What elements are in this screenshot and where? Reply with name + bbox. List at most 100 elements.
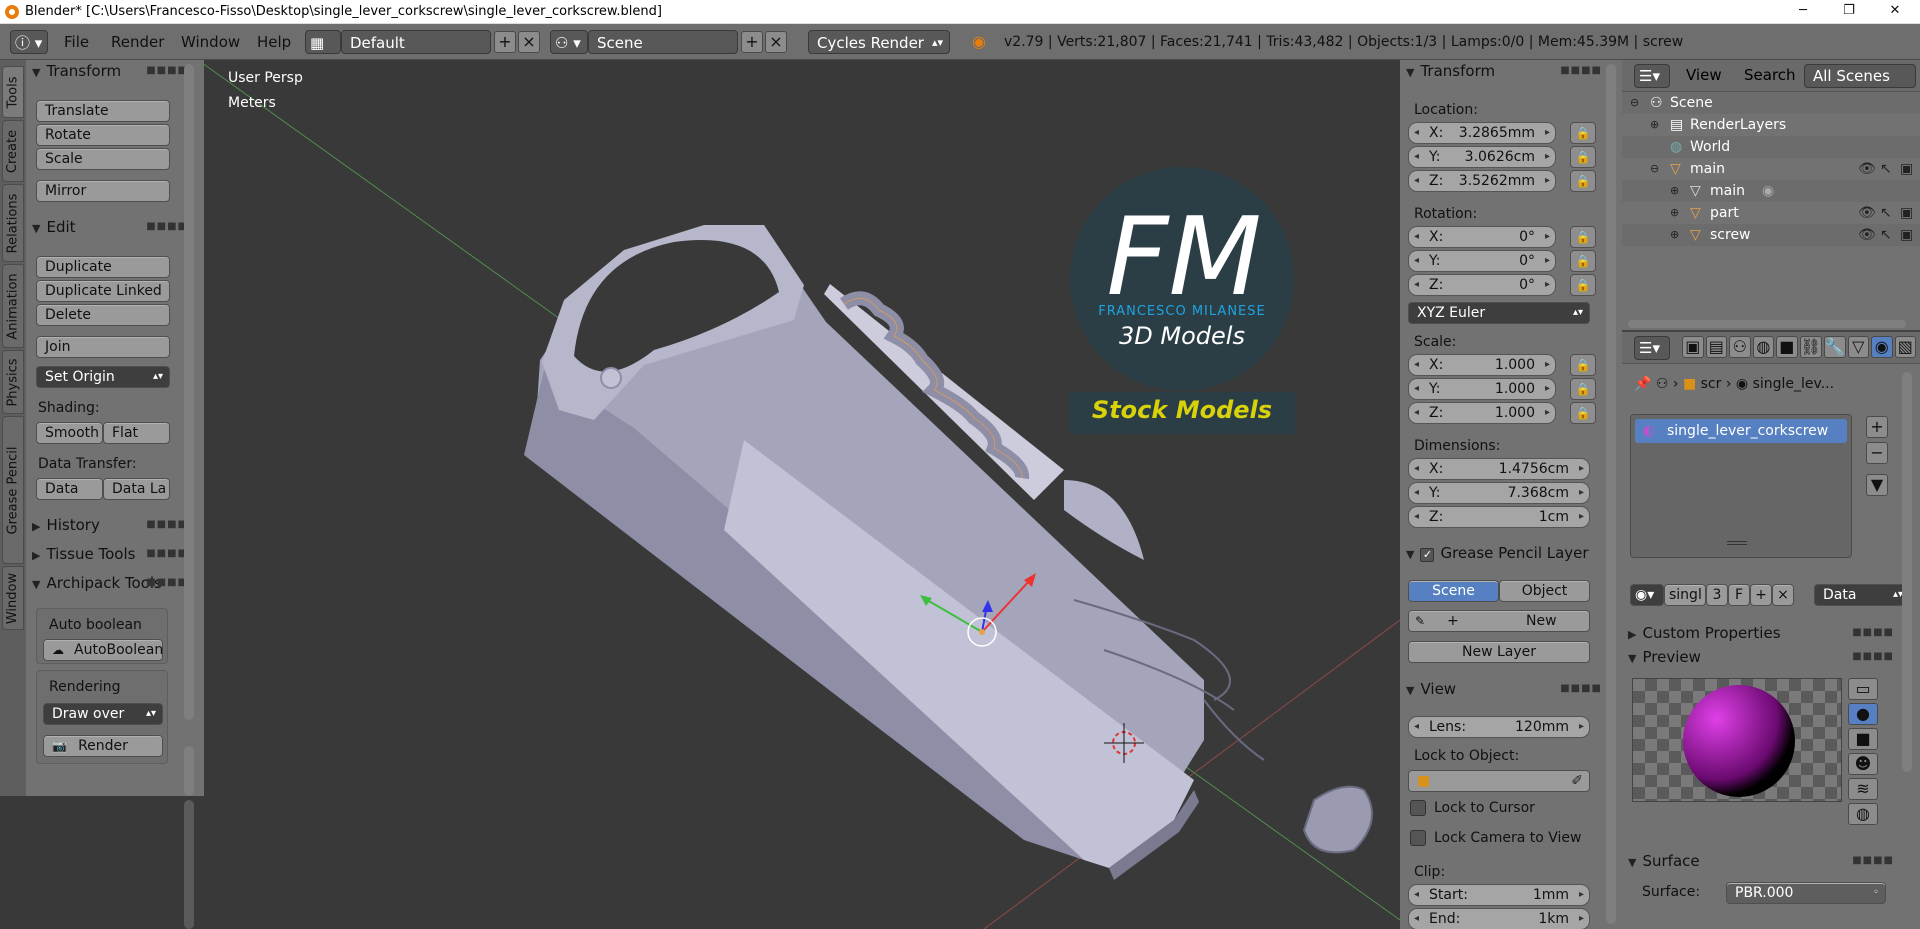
outliner-view-menu[interactable]: View: [1686, 66, 1722, 84]
material-slot-item[interactable]: ◐ single_lever_corkscrew: [1635, 419, 1847, 443]
lock-scale-x-icon[interactable]: 🔒: [1570, 354, 1596, 376]
data-tab-icon[interactable]: ▽: [1847, 336, 1870, 358]
lock-object-field[interactable]: ■ ✐: [1408, 770, 1590, 792]
tool-shelf-scrollbar-lower[interactable]: [184, 746, 194, 796]
custom-properties-header[interactable]: ▶ Custom Properties ■■■■: [1628, 622, 1898, 644]
constraints-tab-icon[interactable]: ⛓: [1799, 336, 1822, 358]
lock-scale-z-icon[interactable]: 🔒: [1570, 402, 1596, 424]
unlink-material-button[interactable]: ×: [1772, 584, 1794, 606]
lower-scrollbar[interactable]: [184, 800, 194, 929]
slot-specials-button[interactable]: ▼: [1866, 474, 1888, 496]
editor-type-menu[interactable]: ⓘ ▾: [10, 30, 48, 54]
fake-user-button[interactable]: F: [1728, 584, 1750, 606]
duplicate-linked-button[interactable]: Duplicate Linked: [36, 280, 170, 302]
lock-scale-y-icon[interactable]: 🔒: [1570, 378, 1596, 400]
delete-screen-button[interactable]: ×: [518, 31, 540, 53]
material-users-button[interactable]: 3: [1706, 584, 1728, 606]
lock-camera-checkbox[interactable]: [1410, 830, 1426, 846]
3d-viewport[interactable]: User Persp Meters FM FRANCESCO MILANESE …: [204, 60, 1400, 929]
pin-icon[interactable]: 📌: [1634, 376, 1651, 392]
outliner-item-main[interactable]: ⊖ ▽ main 👁 ↖ ▣: [1622, 158, 1920, 180]
rotate-button[interactable]: Rotate: [36, 124, 170, 146]
tab-relations[interactable]: Relations: [2, 184, 24, 262]
grease-pencil-panel-header[interactable]: ▼ ✓ Grease Pencil Layer: [1406, 542, 1612, 564]
lock-rotation-y-icon[interactable]: 🔒: [1570, 250, 1596, 272]
select-arrow-icon[interactable]: ↖: [1880, 158, 1892, 180]
menu-file[interactable]: File: [64, 30, 89, 54]
preview-cube-icon[interactable]: ■: [1848, 728, 1878, 750]
list-resize-handle[interactable]: [1727, 541, 1747, 545]
texture-tab-icon[interactable]: ▧: [1894, 336, 1917, 358]
gp-scene-button[interactable]: Scene: [1408, 580, 1499, 602]
scale-button[interactable]: Scale: [36, 148, 170, 170]
gp-object-button[interactable]: Object: [1499, 580, 1590, 602]
eye-icon[interactable]: 👁: [1858, 224, 1876, 246]
lens-field[interactable]: Lens: 120mm: [1408, 716, 1590, 738]
object-tab-icon[interactable]: ■: [1776, 336, 1798, 358]
lock-location-y-icon[interactable]: 🔒: [1570, 146, 1596, 168]
translate-button[interactable]: Translate: [36, 100, 170, 122]
view-panel-header[interactable]: ▼ View ■■■■: [1406, 678, 1606, 700]
dimensions-x-field[interactable]: X: 1.4756cm: [1408, 458, 1590, 480]
tool-shelf-scrollbar[interactable]: [184, 64, 194, 720]
autoboolean-button[interactable]: ☁ AutoBoolean: [43, 639, 163, 661]
tab-tools[interactable]: Tools: [2, 66, 24, 118]
outliner-search-menu[interactable]: Search: [1744, 66, 1796, 84]
tab-physics[interactable]: Physics: [2, 350, 24, 414]
outliner-editor-type[interactable]: ☰▾: [1634, 64, 1670, 88]
modifiers-tab-icon[interactable]: 🔧: [1823, 336, 1846, 358]
props-scrollbar[interactable]: [1606, 64, 1616, 924]
layers-tab-icon[interactable]: ▤: [1705, 336, 1728, 358]
tissue-tools-panel-header[interactable]: ▶ Tissue Tools ■■■■: [32, 543, 192, 565]
maximize-button[interactable]: ❐: [1826, 0, 1872, 24]
join-button[interactable]: Join: [36, 336, 170, 358]
tab-window[interactable]: Window: [2, 566, 24, 630]
draw-over-select[interactable]: Draw over ▴▾: [43, 703, 163, 725]
outliner-item-main-mesh[interactable]: ⊕ ▽ main ◉: [1622, 180, 1920, 202]
material-scrollbar[interactable]: [1902, 372, 1912, 772]
render-engine-select[interactable]: Cycles Render ▴▾: [808, 30, 950, 54]
data-transfer-button[interactable]: Data: [36, 478, 103, 500]
archipack-tools-panel-header[interactable]: ▼ Archipack Tools ■■■■: [32, 572, 192, 594]
preview-sphere-icon[interactable]: ●: [1848, 703, 1878, 725]
rotation-x-field[interactable]: X: 0°: [1408, 226, 1556, 248]
scene-icon[interactable]: ⚇ ▾: [550, 30, 588, 54]
lock-rotation-x-icon[interactable]: 🔒: [1570, 226, 1596, 248]
tab-create[interactable]: Create: [2, 120, 24, 182]
edit-panel-header[interactable]: ▼ Edit ■■■■: [32, 216, 192, 238]
menu-render[interactable]: Render: [111, 30, 164, 54]
material-browse-button[interactable]: ◉▾: [1630, 584, 1664, 606]
rotation-mode-select[interactable]: XYZ Euler ▴▾: [1408, 302, 1590, 324]
render-camera-icon[interactable]: ▣: [1900, 224, 1913, 246]
delete-button[interactable]: Delete: [36, 304, 170, 326]
outliner-item-scene[interactable]: ⊖ ⚇ Scene: [1622, 92, 1920, 114]
history-panel-header[interactable]: ▶ History ■■■■: [32, 514, 192, 536]
select-arrow-icon[interactable]: ↖: [1880, 224, 1892, 246]
smooth-button[interactable]: Smooth: [36, 422, 103, 444]
material-link-select[interactable]: Data ▴▾: [1814, 584, 1910, 606]
remove-slot-button[interactable]: −: [1866, 442, 1888, 464]
eye-icon[interactable]: 👁: [1858, 202, 1876, 224]
add-slot-button[interactable]: +: [1866, 416, 1888, 438]
set-origin-select[interactable]: Set Origin ▴▾: [36, 366, 170, 388]
location-x-field[interactable]: X: 3.2865mm: [1408, 122, 1556, 144]
menu-window[interactable]: Window: [181, 30, 240, 54]
world-tab-icon[interactable]: ◍: [1752, 336, 1775, 358]
preview-monkey-icon[interactable]: ☻: [1848, 753, 1878, 775]
close-button[interactable]: ✕: [1872, 0, 1918, 24]
clip-start-field[interactable]: Start: 1mm: [1408, 884, 1590, 906]
transform-props-header[interactable]: ▼ Transform ■■■■: [1406, 60, 1606, 82]
data-layout-button[interactable]: Data La: [103, 478, 170, 500]
duplicate-button[interactable]: Duplicate: [36, 256, 170, 278]
render-camera-icon[interactable]: ▣: [1900, 158, 1913, 180]
tab-animation[interactable]: Animation: [2, 264, 24, 348]
dimensions-z-field[interactable]: Z: 1cm: [1408, 506, 1590, 528]
tab-grease-pencil[interactable]: Grease Pencil: [2, 416, 24, 564]
surface-panel-header[interactable]: ▼ Surface ■■■■: [1628, 850, 1898, 872]
scale-x-field[interactable]: X: 1.000: [1408, 354, 1556, 376]
render-button[interactable]: 📷 Render: [43, 735, 163, 757]
menu-help[interactable]: Help: [257, 30, 291, 54]
grease-pencil-checkbox[interactable]: ✓: [1420, 548, 1435, 562]
transform-panel-header[interactable]: ▼ Transform ■■■■: [32, 60, 192, 82]
lock-location-x-icon[interactable]: 🔒: [1570, 122, 1596, 144]
